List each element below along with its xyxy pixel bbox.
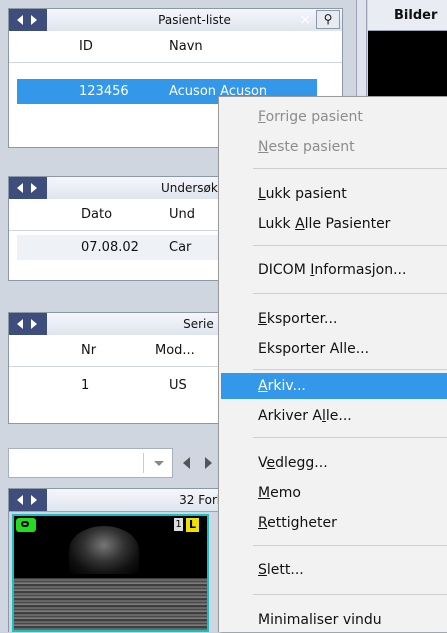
images-panel-title: Bilder <box>394 8 438 23</box>
ultrasound-thumbnail[interactable]: 1 L <box>12 514 209 632</box>
menu-separator <box>253 545 447 546</box>
menu-item-label: Lukk pasient <box>258 186 347 202</box>
menu-item-close-patient[interactable]: Lukk pasient <box>221 181 447 207</box>
menu-item-label: Neste pasient <box>258 139 355 155</box>
menu-item-label: DICOM Informasjon... <box>258 262 407 278</box>
menu-item-close-all-patients[interactable]: Lukk Alle Pasienter <box>221 211 447 237</box>
mmode-image <box>14 578 207 630</box>
context-menu: Forrige pasient Neste pasient Lukk pasie… <box>218 96 447 632</box>
ultrasound-sector-image <box>69 526 139 574</box>
column-header-modality[interactable]: Mod... <box>155 343 195 358</box>
menu-item-label: Slett... <box>258 562 304 578</box>
menu-item-label: Vedlegg... <box>258 455 328 471</box>
menu-item-label: Arkiv... <box>258 378 306 394</box>
panel-collapse-toggle[interactable] <box>9 313 47 335</box>
exam-date: 07.08.02 <box>81 240 139 255</box>
panel-collapse-toggle[interactable] <box>9 489 47 511</box>
panel-collapse-toggle[interactable] <box>9 9 47 31</box>
menu-item-attachment[interactable]: Vedlegg... <box>221 450 447 476</box>
arrow-left-icon <box>17 495 23 505</box>
menu-item-archive[interactable]: Arkiv... <box>221 373 447 399</box>
patient-id: 123456 <box>79 84 129 99</box>
menu-item-label: Minimaliser vindu <box>258 612 382 628</box>
arrow-left-icon <box>17 15 23 25</box>
cine-badge-icon <box>16 518 36 532</box>
column-header-date[interactable]: Dato <box>81 207 112 222</box>
arrow-right-icon <box>31 319 37 329</box>
menu-item-label: Eksporter Alle... <box>258 341 370 357</box>
arrow-left-icon <box>17 319 23 329</box>
menu-separator <box>253 168 447 169</box>
patient-list-header: ID Navn <box>9 31 342 63</box>
series-combo-box[interactable] <box>8 448 173 478</box>
column-header-exam[interactable]: Und <box>169 207 195 222</box>
arrow-right-icon <box>31 495 37 505</box>
menu-item-label: Arkiver Alle... <box>258 408 352 424</box>
menu-item-next-patient[interactable]: Neste pasient <box>221 134 447 160</box>
loop-icon <box>21 521 29 527</box>
menu-item-label: Eksporter... <box>258 311 338 327</box>
label-badge: L <box>186 518 199 532</box>
menu-item-label: Rettigheter <box>258 515 337 531</box>
menu-item-dicom-info[interactable]: DICOM Informasjon... <box>221 257 447 283</box>
exam-type: Car <box>169 240 192 255</box>
combo-separator <box>143 453 144 473</box>
chevron-down-icon[interactable] <box>154 461 164 466</box>
column-header-name[interactable]: Navn <box>169 39 203 54</box>
menu-separator <box>253 594 447 595</box>
arrow-right-icon <box>31 15 37 25</box>
column-header-id[interactable]: ID <box>79 39 93 54</box>
menu-item-permissions[interactable]: Rettigheter <box>221 510 447 536</box>
frame-number-badge: 1 <box>174 518 183 531</box>
column-header-nr[interactable]: Nr <box>81 343 96 358</box>
next-arrow-icon[interactable] <box>205 457 212 469</box>
images-panel-header: Bilder <box>368 0 447 31</box>
menu-separator <box>253 369 447 370</box>
series-modality: US <box>169 378 187 393</box>
menu-item-export-all[interactable]: Eksporter Alle... <box>221 336 447 362</box>
menu-item-export[interactable]: Eksporter... <box>221 306 447 332</box>
close-icon[interactable]: × <box>299 12 311 28</box>
menu-separator <box>253 437 447 438</box>
menu-item-archive-all[interactable]: Arkiver Alle... <box>221 403 447 429</box>
menu-item-label: Lukk Alle Pasienter <box>258 216 391 232</box>
menu-item-minimize-window[interactable]: Minimaliser vindu <box>221 607 447 633</box>
patient-list-title: Pasient-liste <box>158 13 231 27</box>
menu-item-prev-patient[interactable]: Forrige pasient <box>221 104 447 130</box>
menu-separator <box>253 245 447 246</box>
previous-arrow-icon[interactable] <box>183 457 190 469</box>
menu-item-label: Memo <box>258 485 301 501</box>
menu-separator <box>253 293 447 294</box>
arrow-left-icon <box>17 183 23 193</box>
pin-icon[interactable]: ⚲ <box>316 10 340 29</box>
panel-collapse-toggle[interactable] <box>9 177 47 199</box>
series-nr: 1 <box>81 378 90 393</box>
menu-item-delete[interactable]: Slett... <box>221 557 447 583</box>
patient-list-titlebar: Pasient-liste × ⚲ <box>9 9 342 32</box>
arrow-right-icon <box>31 183 37 193</box>
menu-item-memo[interactable]: Memo <box>221 480 447 506</box>
menu-item-label: Forrige pasient <box>258 109 363 125</box>
